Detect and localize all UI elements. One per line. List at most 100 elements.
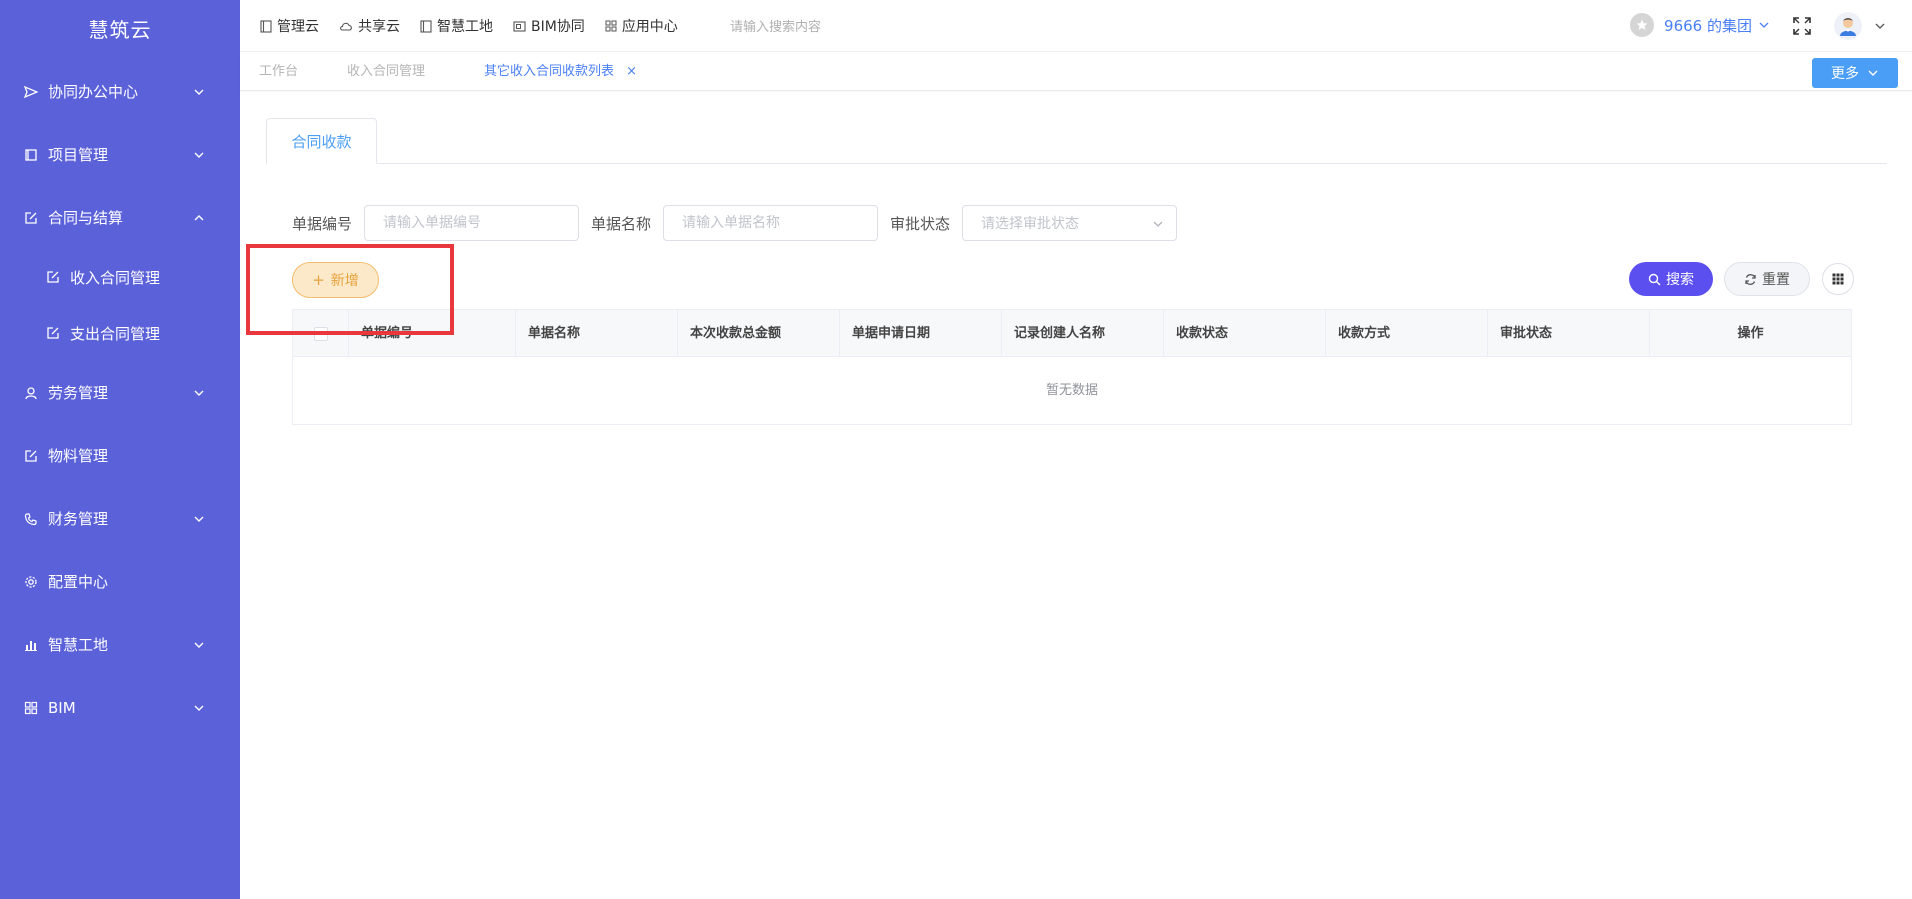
reset-button[interactable]: 重置 bbox=[1724, 262, 1810, 296]
column-header: 单据编号 bbox=[349, 310, 516, 357]
phone-icon bbox=[22, 510, 40, 528]
tags-view: 工作台 收入合同管理 其它收入合同收款列表 × 更多 bbox=[240, 53, 1912, 91]
sidebar-item-contracts[interactable]: 合同与结算 bbox=[0, 186, 240, 249]
tag-other-income-collection-list[interactable]: 其它收入合同收款列表 × bbox=[484, 53, 637, 91]
chevron-down-icon bbox=[194, 152, 204, 158]
send-icon bbox=[22, 83, 40, 101]
column-header: 本次收款总金额 bbox=[678, 310, 840, 357]
sidebar-subitem-income-contracts[interactable]: 收入合同管理 bbox=[0, 249, 240, 305]
chevron-down-icon bbox=[194, 516, 204, 522]
column-header: 单据名称 bbox=[516, 310, 678, 357]
book-icon bbox=[260, 19, 272, 33]
more-button[interactable]: 更多 bbox=[1812, 58, 1898, 88]
chevron-down-icon bbox=[194, 642, 204, 648]
book-icon bbox=[420, 19, 432, 33]
sidebar-subitem-expense-contracts[interactable]: 支出合同管理 bbox=[0, 305, 240, 361]
global-search-input[interactable] bbox=[730, 14, 930, 38]
filter-bar: 单据编号 单据名称 审批状态 请选择审批状态 bbox=[292, 205, 1178, 241]
sidebar-item-projects[interactable]: 项目管理 bbox=[0, 123, 240, 186]
sidebar-item-collaboration[interactable]: 协同办公中心 bbox=[0, 60, 240, 123]
edit-icon bbox=[22, 447, 40, 465]
sidebar-item-finance[interactable]: 财务管理 bbox=[0, 487, 240, 550]
doc-no-input[interactable] bbox=[364, 205, 580, 241]
topnav-label: 管理云 bbox=[277, 19, 319, 35]
reset-label: 重置 bbox=[1762, 272, 1790, 288]
sidebar-item-label: 物料管理 bbox=[48, 447, 109, 465]
empty-state: 暂无数据 bbox=[1045, 383, 1098, 398]
tag-workbench[interactable]: 工作台 bbox=[259, 53, 298, 91]
avatar bbox=[1834, 12, 1862, 40]
gear-icon bbox=[22, 573, 40, 591]
top-nav: 管理云 共享云 智慧工地 BIM协同 应用中心 bbox=[260, 0, 698, 52]
chevron-down-icon bbox=[194, 705, 204, 711]
select-all-checkbox[interactable] bbox=[313, 326, 328, 341]
sidebar-item-label: 配置中心 bbox=[48, 573, 109, 591]
edit-icon bbox=[22, 209, 40, 227]
topnav-item-bim[interactable]: BIM协同 bbox=[513, 16, 585, 36]
column-settings-button[interactable] bbox=[1822, 263, 1854, 295]
chevron-down-icon bbox=[1875, 23, 1885, 29]
content-tabs: 合同收款 bbox=[266, 118, 1887, 164]
book-icon bbox=[22, 146, 40, 164]
column-header: 操作 bbox=[1737, 326, 1764, 341]
edit-icon bbox=[44, 324, 62, 342]
doc-name-input[interactable] bbox=[663, 205, 879, 241]
doc-name-label: 单据名称 bbox=[591, 214, 652, 233]
tag-label: 其它收入合同收款列表 bbox=[484, 64, 615, 79]
status-select[interactable]: 请选择审批状态 bbox=[962, 205, 1178, 241]
search-label: 搜索 bbox=[1666, 272, 1694, 288]
chevron-down-icon bbox=[1868, 70, 1878, 76]
close-icon[interactable]: × bbox=[626, 64, 637, 79]
topnav-item-app-center[interactable]: 应用中心 bbox=[605, 16, 678, 36]
main-content: 合同收款 单据编号 单据名称 审批状态 请选择审批状态 + 新增 搜索 重置 bbox=[240, 92, 1912, 899]
more-label: 更多 bbox=[1831, 66, 1859, 82]
plus-icon: + bbox=[312, 271, 325, 289]
top-header: 管理云 共享云 智慧工地 BIM协同 应用中心 9666 的集团 bbox=[240, 0, 1912, 52]
cloud-icon bbox=[340, 22, 352, 31]
column-header: 收款状态 bbox=[1164, 310, 1326, 357]
sidebar-item-label: 智慧工地 bbox=[48, 636, 109, 654]
sidebar-item-label: 协同办公中心 bbox=[48, 83, 139, 101]
fullscreen-icon[interactable] bbox=[1792, 16, 1812, 36]
chevron-down-icon bbox=[1153, 221, 1163, 227]
column-header: 单据申请日期 bbox=[840, 310, 1002, 357]
topnav-item-smart-site[interactable]: 智慧工地 bbox=[420, 16, 493, 36]
sidebar-item-label: 财务管理 bbox=[48, 510, 109, 528]
sidebar-item-label: BIM bbox=[48, 698, 76, 717]
user-menu[interactable] bbox=[1834, 12, 1886, 40]
sidebar-item-smart-site[interactable]: 智慧工地 bbox=[0, 613, 240, 676]
sidebar-subitem-label: 收入合同管理 bbox=[70, 268, 161, 287]
search-button[interactable]: 搜索 bbox=[1629, 262, 1713, 296]
chevron-up-icon bbox=[194, 214, 204, 220]
topnav-label: BIM协同 bbox=[531, 19, 585, 35]
topnav-item-shared-cloud[interactable]: 共享云 bbox=[339, 16, 400, 36]
topnav-label: 共享云 bbox=[358, 19, 400, 35]
tab-contract-collection[interactable]: 合同收款 bbox=[266, 118, 377, 164]
add-button[interactable]: + 新增 bbox=[292, 262, 379, 298]
tag-income-contracts[interactable]: 收入合同管理 bbox=[347, 53, 425, 91]
data-table: 单据编号 单据名称 本次收款总金额 单据申请日期 记录创建人名称 收款状态 收款… bbox=[292, 309, 1852, 425]
tag-label: 工作台 bbox=[259, 64, 299, 79]
select-all-cell bbox=[293, 310, 349, 357]
doc-no-label: 单据编号 bbox=[292, 214, 353, 233]
search-icon bbox=[1648, 273, 1661, 285]
group-selector[interactable]: 9666 的集团 bbox=[1630, 13, 1770, 37]
add-label: 新增 bbox=[330, 273, 359, 289]
sidebar-item-materials[interactable]: 物料管理 bbox=[0, 424, 240, 487]
chevron-down-icon bbox=[1759, 22, 1769, 28]
sidebar-item-bim[interactable]: BIM bbox=[0, 676, 240, 739]
sidebar-item-labor[interactable]: 劳务管理 bbox=[0, 361, 240, 424]
bar-chart-icon bbox=[22, 636, 40, 654]
group-name: 9666 的集团 bbox=[1664, 16, 1752, 35]
status-placeholder: 请选择审批状态 bbox=[981, 216, 1080, 232]
chevron-down-icon bbox=[194, 390, 204, 396]
sidebar-item-label: 劳务管理 bbox=[48, 384, 109, 402]
topnav-item-management-cloud[interactable]: 管理云 bbox=[260, 16, 319, 36]
user-icon bbox=[22, 384, 40, 402]
sidebar-item-config[interactable]: 配置中心 bbox=[0, 550, 240, 613]
folder-icon bbox=[513, 21, 526, 32]
sidebar-item-label: 项目管理 bbox=[48, 146, 109, 164]
status-label: 审批状态 bbox=[890, 214, 951, 233]
edit-icon bbox=[44, 268, 62, 286]
grid-icon bbox=[605, 20, 617, 32]
